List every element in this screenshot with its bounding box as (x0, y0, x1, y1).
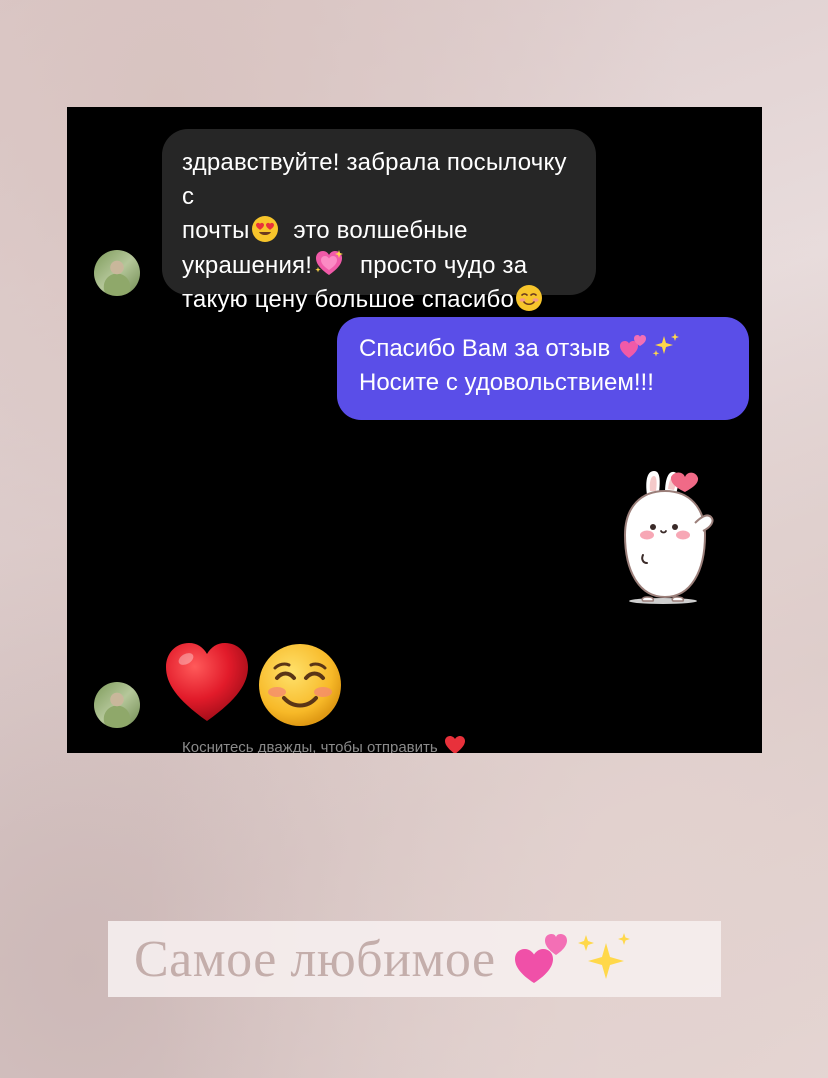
double-tap-hint: Коснитесь дважды, чтобы отправить (182, 735, 466, 753)
contact-avatar[interactable] (94, 250, 140, 296)
message-line: здравствуйте! забрала посылочку с (182, 149, 567, 210)
message-line: Спасибо Вам за отзыв (359, 332, 727, 366)
message-line: такую цену большое спасибо (182, 283, 576, 317)
red-heart-emoji (166, 643, 248, 721)
two-hearts-icon (514, 934, 567, 983)
contact-avatar[interactable] (94, 682, 140, 728)
smiling-blush-emoji (259, 644, 341, 726)
bunny-heart-sticker[interactable] (607, 465, 719, 607)
message-line: почты это волшебные (182, 216, 468, 244)
two-hearts-sparkles-emoji (620, 333, 680, 358)
incoming-message-bubble: здравствуйте! забрала посылочку с почты … (162, 129, 596, 313)
caption-text: Самое любимое (134, 930, 496, 988)
caption-emoji (512, 931, 632, 987)
chat-screenshot: здравствуйте! забрала посылочку с почты … (67, 107, 762, 753)
sparkles-icon (577, 933, 630, 979)
smiling-blush-emoji (516, 285, 542, 311)
sparkling-heart-emoji (315, 250, 344, 275)
heart-eyes-emoji (251, 216, 278, 242)
message-line: Носите с удовольствием!!! (359, 369, 654, 396)
message-line: украшения! просто чудо за (182, 248, 576, 283)
outgoing-message-bubble: Спасибо Вам за отзыв Носите с удовольств… (337, 317, 749, 420)
story-caption: Самое любимое (108, 921, 721, 997)
red-heart-icon[interactable] (444, 735, 466, 753)
